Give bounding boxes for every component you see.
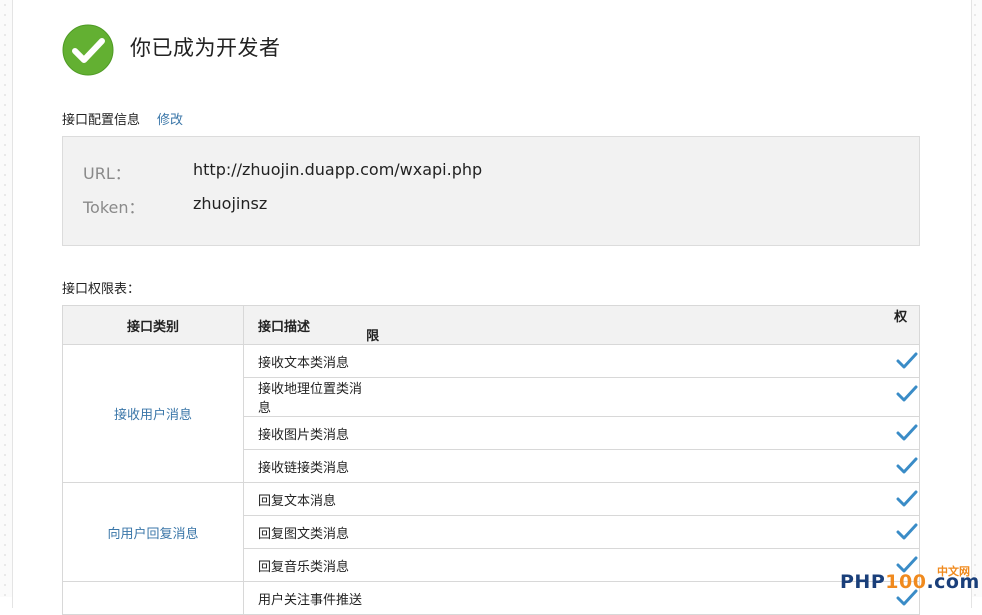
description-cell: 用户关注事件推送 bbox=[243, 581, 367, 615]
category-cell bbox=[62, 581, 244, 615]
url-label: URL： bbox=[83, 164, 131, 183]
token-label: Token： bbox=[83, 198, 145, 217]
header-permission: 权限 bbox=[366, 305, 921, 345]
header-category: 接口类别 bbox=[62, 305, 244, 345]
permission-cell bbox=[366, 515, 921, 549]
check-icon bbox=[896, 523, 918, 540]
check-icon bbox=[896, 424, 918, 441]
permission-cell bbox=[366, 449, 921, 483]
check-icon bbox=[896, 457, 918, 474]
description-cell: 接收地理位置类消息 bbox=[243, 377, 367, 417]
check-icon bbox=[896, 352, 918, 369]
table-row: 接收用户消息 接收文本类消息 bbox=[62, 344, 921, 483]
table-header-row: 接口类别 接口描述 权限 bbox=[62, 305, 921, 345]
watermark-logo: PHP100.com bbox=[840, 571, 980, 593]
token-value: zhuojinsz bbox=[193, 194, 268, 213]
permissions-table: 接口类别 接口描述 权限 接收用户消息 接收文本类消息 接收地理位置类消息 接收图片类… bbox=[62, 305, 921, 615]
description-cell: 回复音乐类消息 bbox=[243, 548, 367, 582]
check-icon bbox=[896, 490, 918, 507]
watermark-num: 100 bbox=[885, 571, 927, 593]
page-title: 你已成为开发者 bbox=[130, 36, 281, 60]
description-cell: 回复文本消息 bbox=[243, 482, 367, 516]
permission-cell bbox=[366, 482, 921, 516]
category-cell: 接收用户消息 bbox=[62, 344, 244, 483]
description-cell: 接收文本类消息 bbox=[243, 344, 367, 378]
description-cell: 接收图片类消息 bbox=[243, 416, 367, 450]
permission-cell bbox=[366, 416, 921, 450]
watermark-php: PHP bbox=[840, 571, 886, 593]
check-icon bbox=[896, 385, 918, 402]
site-watermark: 中文网 PHP100.com bbox=[836, 563, 979, 593]
permission-cell bbox=[366, 377, 921, 417]
description-cell: 回复图文类消息 bbox=[243, 515, 367, 549]
config-section-label: 接口配置信息 bbox=[62, 113, 141, 128]
description-cell: 接收链接类消息 bbox=[243, 449, 367, 483]
url-value: http://zhuojin.duapp.com/wxapi.php bbox=[193, 160, 483, 179]
edit-config-link[interactable]: 修改 bbox=[157, 109, 183, 128]
category-cell: 向用户回复消息 bbox=[62, 482, 244, 582]
success-check-icon bbox=[62, 24, 114, 76]
header-description: 接口描述 bbox=[243, 305, 367, 345]
table-row: 用户关注事件推送 bbox=[62, 581, 921, 615]
table-row: 向用户回复消息 回复文本消息 bbox=[62, 482, 921, 582]
permissions-section-label: 接口权限表： bbox=[62, 282, 141, 297]
config-box: URL： http://zhuojin.duapp.com/wxapi.php … bbox=[62, 136, 920, 246]
watermark-dot-com: .com bbox=[926, 571, 980, 593]
permission-cell bbox=[366, 344, 921, 378]
